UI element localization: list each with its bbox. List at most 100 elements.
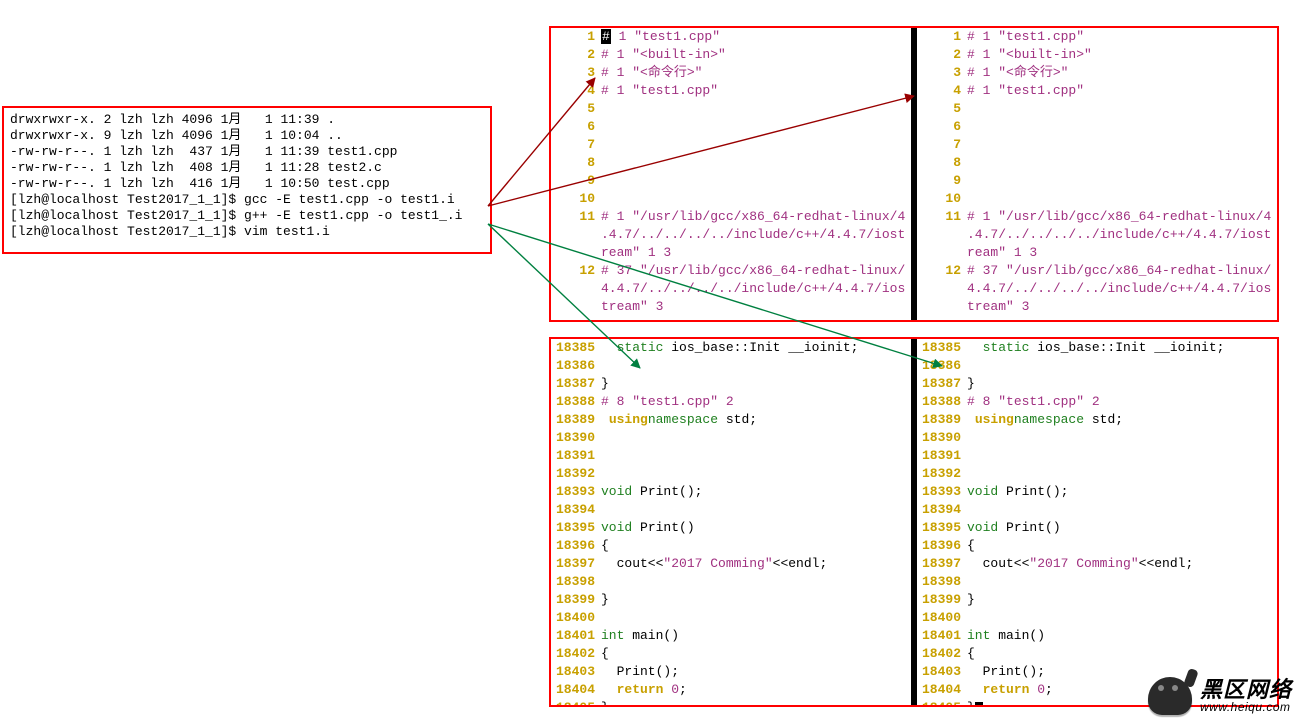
code-line: 18386 <box>551 357 911 375</box>
line-number: 18400 <box>551 609 601 627</box>
line-number: 10 <box>917 190 967 208</box>
line-number: 12 <box>551 262 601 280</box>
code-line: 4.4.7/../../../../include/c++/4.4.7/ios <box>917 280 1277 298</box>
line-number: 1 <box>551 28 601 46</box>
code-line: 18394 <box>917 501 1277 519</box>
site-watermark: 黑区网络 www.heiqu.com <box>1148 677 1292 715</box>
line-number: 7 <box>917 136 967 154</box>
line-number: 1 <box>917 28 967 46</box>
code-line: 8 <box>551 154 911 172</box>
code-line: .4.7/../../../../include/c++/4.4.7/iost <box>551 226 911 244</box>
line-number: 5 <box>551 100 601 118</box>
code-line: 18400 <box>917 609 1277 627</box>
code-line: 18397 cout<<"2017 Comming"<<endl; <box>551 555 911 573</box>
line-number: 3 <box>551 64 601 82</box>
code-line: 18389 usingnamespace std; <box>917 411 1277 429</box>
code-line: 11# 1 "/usr/lib/gcc/x86_64-redhat-linux/… <box>917 208 1277 226</box>
code-line: ream" 1 3 <box>551 244 911 262</box>
line-number <box>551 280 601 298</box>
line-number: 18404 <box>551 681 601 699</box>
line-number: 8 <box>551 154 601 172</box>
code-line: 2# 1 "<built-in>" <box>551 46 911 64</box>
line-number: 4 <box>917 82 967 100</box>
code-line: 18400 <box>551 609 911 627</box>
line-number: 9 <box>917 172 967 190</box>
vim-pane-top-right[interactable]: 1# 1 "test1.cpp"2# 1 "<built-in>"3# 1 "<… <box>917 28 1277 320</box>
line-number: 18405 <box>917 699 967 705</box>
line-number: 11 <box>917 208 967 226</box>
line-number: 18403 <box>917 663 967 681</box>
code-line: 18397 cout<<"2017 Comming"<<endl; <box>917 555 1277 573</box>
line-number: 18403 <box>551 663 601 681</box>
code-line: 18386 <box>917 357 1277 375</box>
code-line: 18392 <box>551 465 911 483</box>
line-number: 18393 <box>551 483 601 501</box>
line-number: 18387 <box>917 375 967 393</box>
vim-pane-bot-right[interactable]: 18385 static ios_base::Init __ioinit;183… <box>917 339 1277 705</box>
code-line: 10 <box>551 190 911 208</box>
line-number: 18399 <box>551 591 601 609</box>
terminal-line: drwxrwxr-x. 2 lzh lzh 4096 1月 1 11:39 . <box>10 112 484 128</box>
vim-diff-top: 1# 1 "test1.cpp"2# 1 "<built-in>"3# 1 "<… <box>549 26 1279 322</box>
code-line: 18398 <box>551 573 911 591</box>
line-number: 18405 <box>551 699 601 705</box>
line-number: 18395 <box>917 519 967 537</box>
code-line: 5 <box>917 100 1277 118</box>
terminal-line: -rw-rw-r--. 1 lzh lzh 416 1月 1 10:50 tes… <box>10 176 484 192</box>
code-line: 18395void Print() <box>551 519 911 537</box>
code-line: .4.7/../../../../include/c++/4.4.7/iost <box>917 226 1277 244</box>
line-number: 18396 <box>917 537 967 555</box>
line-number: 18387 <box>551 375 601 393</box>
line-number: 18399 <box>917 591 967 609</box>
line-number: 2 <box>551 46 601 64</box>
code-line: 9 <box>551 172 911 190</box>
code-line: 8 <box>917 154 1277 172</box>
code-line: ream" 1 3 <box>917 244 1277 262</box>
line-number <box>551 244 601 262</box>
terminal-cmd-2[interactable]: [lzh@localhost Test2017_1_1]$ g++ -E tes… <box>10 208 484 224</box>
code-line: 7 <box>551 136 911 154</box>
line-number <box>551 298 601 316</box>
terminal-line: -rw-rw-r--. 1 lzh lzh 437 1月 1 11:39 tes… <box>10 144 484 160</box>
line-number: 18386 <box>917 357 967 375</box>
terminal-cmd-1[interactable]: [lzh@localhost Test2017_1_1]$ gcc -E tes… <box>10 192 484 208</box>
line-number: 18385 <box>551 339 601 357</box>
line-number: 7 <box>551 136 601 154</box>
terminal-panel: drwxrwxr-x. 2 lzh lzh 4096 1月 1 11:39 .d… <box>2 106 492 254</box>
line-number: 10 <box>551 190 601 208</box>
code-line: 18394 <box>551 501 911 519</box>
watermark-title: 黑区网络 <box>1200 678 1292 701</box>
code-line: 11# 1 "/usr/lib/gcc/x86_64-redhat-linux/… <box>551 208 911 226</box>
line-number <box>917 280 967 298</box>
code-line: 18390 <box>917 429 1277 447</box>
code-line: 18399} <box>917 591 1277 609</box>
code-line: 18404 return 0; <box>551 681 911 699</box>
line-number: 18389 <box>551 411 601 429</box>
line-number: 18388 <box>551 393 601 411</box>
code-line: 2# 1 "<built-in>" <box>917 46 1277 64</box>
vim-pane-top-left[interactable]: 1# 1 "test1.cpp"2# 1 "<built-in>"3# 1 "<… <box>551 28 911 320</box>
vim-pane-bot-left[interactable]: 18385 static ios_base::Init __ioinit;183… <box>551 339 911 705</box>
code-line: tream" 3 <box>917 298 1277 316</box>
line-number: 18394 <box>917 501 967 519</box>
code-line: 18403 Print(); <box>551 663 911 681</box>
vim-diff-bottom: 18385 static ios_base::Init __ioinit;183… <box>549 337 1279 707</box>
line-number: 18402 <box>917 645 967 663</box>
line-number: 2 <box>917 46 967 64</box>
code-line: 18385 static ios_base::Init __ioinit; <box>917 339 1277 357</box>
line-number: 9 <box>551 172 601 190</box>
line-number: 18391 <box>551 447 601 465</box>
code-line: 18395void Print() <box>917 519 1277 537</box>
line-number: 18396 <box>551 537 601 555</box>
code-line: 18399} <box>551 591 911 609</box>
line-number: 18402 <box>551 645 601 663</box>
terminal-cmd-3[interactable]: [lzh@localhost Test2017_1_1]$ vim test1.… <box>10 224 484 240</box>
line-number: 18393 <box>917 483 967 501</box>
code-line: 3# 1 "<命令行>" <box>551 64 911 82</box>
code-line: 12# 37 "/usr/lib/gcc/x86_64-redhat-linux… <box>917 262 1277 280</box>
line-number <box>917 226 967 244</box>
code-line: 1# 1 "test1.cpp" <box>551 28 911 46</box>
code-line: 18391 <box>551 447 911 465</box>
line-number: 18392 <box>551 465 601 483</box>
line-number: 18392 <box>917 465 967 483</box>
